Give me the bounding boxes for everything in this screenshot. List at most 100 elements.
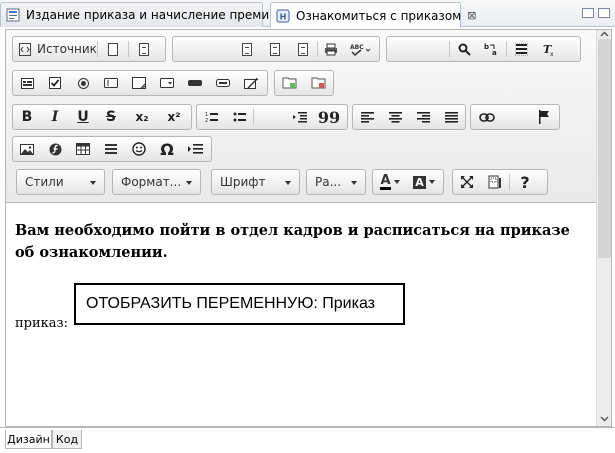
editor-toolbar: Источник ABC b a T x B I U S x₂ x² 1 2 9…: [6, 30, 611, 203]
size-dropdown[interactable]: Ра...: [306, 169, 366, 195]
paste-text-icon: [270, 42, 280, 56]
rich-text-editor: Источник ABC b a T x B I U S x₂ x² 1 2 9…: [5, 29, 612, 427]
colors-group: A A: [372, 169, 444, 195]
tab-label: Ознакомиться с приказом: [296, 8, 462, 23]
table-button[interactable]: [69, 137, 97, 161]
minimize-button[interactable]: [582, 8, 594, 18]
image-button-icon: [216, 79, 230, 87]
strike-button[interactable]: S: [97, 105, 125, 129]
hidden-field-button[interactable]: [237, 71, 265, 95]
find-button[interactable]: [450, 37, 478, 61]
maximize-editor-button[interactable]: [453, 170, 481, 194]
form-button[interactable]: [13, 71, 41, 95]
paste-word-icon: [298, 42, 308, 56]
remove-format-button[interactable]: Tx: [535, 37, 563, 61]
preview-button[interactable]: [129, 37, 159, 61]
select-all-icon: [514, 42, 528, 56]
show-blocks-button[interactable]: [481, 170, 509, 194]
find-group: ba Tx: [386, 36, 581, 62]
bold-button[interactable]: B: [13, 105, 41, 129]
image-button[interactable]: [13, 137, 41, 161]
justify-button[interactable]: [437, 105, 465, 129]
paste-button[interactable]: [233, 37, 261, 61]
anchor-button[interactable]: [529, 105, 559, 129]
source-button[interactable]: Источник: [13, 37, 97, 61]
numbered-list-button[interactable]: 12: [197, 105, 225, 129]
page-break-button[interactable]: [181, 137, 209, 161]
button-icon: [188, 80, 202, 86]
checkbox-button[interactable]: [41, 71, 69, 95]
special-char-button[interactable]: Ω: [153, 137, 181, 161]
replace-icon: ba: [484, 43, 497, 56]
svg-text:H: H: [280, 12, 287, 21]
checkbox-icon: [49, 77, 61, 89]
horizontal-rule-button[interactable]: [97, 137, 125, 161]
underline-button[interactable]: U: [69, 105, 97, 129]
styles-dropdown[interactable]: Стили: [16, 169, 105, 195]
textfield-icon: [104, 78, 118, 88]
print-button[interactable]: [318, 37, 344, 61]
spellcheck-button[interactable]: ABC: [344, 37, 378, 61]
editor-tab-bar: Издание приказа и начисление премии H Оз…: [0, 0, 615, 28]
close-tab-icon[interactable]: ⊠: [467, 9, 476, 22]
paste-word-button[interactable]: [289, 37, 317, 61]
align-left-button[interactable]: [353, 105, 381, 129]
forms-group: [12, 70, 268, 96]
new-page-button[interactable]: [98, 37, 128, 61]
select-all-button[interactable]: [507, 37, 535, 61]
chevron-down-icon: [351, 181, 357, 185]
indent-icon: [293, 112, 307, 123]
scroll-down-icon[interactable]: [600, 414, 609, 423]
tab-acknowledge-order[interactable]: H Ознакомиться с приказом ⊠: [270, 2, 476, 28]
bulleted-list-icon: [233, 112, 246, 122]
link-icon: [479, 112, 495, 122]
flash-icon: [49, 143, 61, 155]
bg-color-button[interactable]: A: [407, 170, 441, 194]
image-button-button[interactable]: [209, 71, 237, 95]
button-button[interactable]: [181, 71, 209, 95]
textfield-button[interactable]: [97, 71, 125, 95]
align-right-button[interactable]: [409, 105, 437, 129]
italic-button[interactable]: I: [41, 105, 69, 129]
paste-text-button[interactable]: [261, 37, 289, 61]
scroll-thumb[interactable]: [598, 39, 611, 258]
template-group: [274, 70, 334, 96]
blockquote-button[interactable]: 99: [314, 105, 344, 129]
justify-icon: [444, 111, 458, 123]
insert-template-button[interactable]: [275, 71, 304, 95]
radio-button[interactable]: [69, 71, 97, 95]
textarea-icon: [132, 77, 146, 89]
flash-button[interactable]: [41, 137, 69, 161]
align-center-icon: [388, 111, 402, 123]
textarea-button[interactable]: [125, 71, 153, 95]
bulleted-list-button[interactable]: [225, 105, 253, 129]
superscript-button[interactable]: x²: [159, 105, 189, 129]
tab-code[interactable]: Код: [52, 430, 82, 449]
clipboard-group: ABC: [172, 36, 380, 62]
scroll-up-icon[interactable]: [600, 30, 609, 39]
align-left-icon: [360, 111, 374, 123]
align-center-button[interactable]: [381, 105, 409, 129]
source-icon: [19, 42, 31, 56]
format-dropdown[interactable]: Формат...: [112, 169, 201, 195]
smiley-button[interactable]: [125, 137, 153, 161]
indent-button[interactable]: [286, 105, 314, 129]
svg-text:b: b: [484, 43, 489, 51]
source-label: Источник: [37, 42, 97, 56]
font-dropdown[interactable]: Шрифт: [211, 169, 300, 195]
tab-issue-order[interactable]: Издание приказа и начисление премии: [0, 2, 277, 27]
help-button[interactable]: ?: [510, 170, 540, 194]
replace-button[interactable]: ba: [478, 37, 506, 61]
subscript-button[interactable]: x₂: [125, 105, 159, 129]
text-color-button[interactable]: A: [373, 170, 407, 194]
page-break-icon: [187, 144, 203, 154]
variable-display-box[interactable]: ОТОБРАЗИТЬ ПЕРЕМЕННУЮ: Приказ: [74, 283, 405, 325]
remove-template-button[interactable]: [304, 71, 333, 95]
editor-content[interactable]: Вам необходимо пойти в отдел кадров и ра…: [6, 204, 594, 426]
vertical-scrollbar[interactable]: [596, 30, 611, 426]
tab-design[interactable]: Дизайн: [5, 430, 52, 449]
maximize-button[interactable]: [598, 8, 610, 18]
template-insert-icon: [282, 77, 296, 89]
select-button[interactable]: [153, 71, 181, 95]
link-button[interactable]: [471, 105, 503, 129]
